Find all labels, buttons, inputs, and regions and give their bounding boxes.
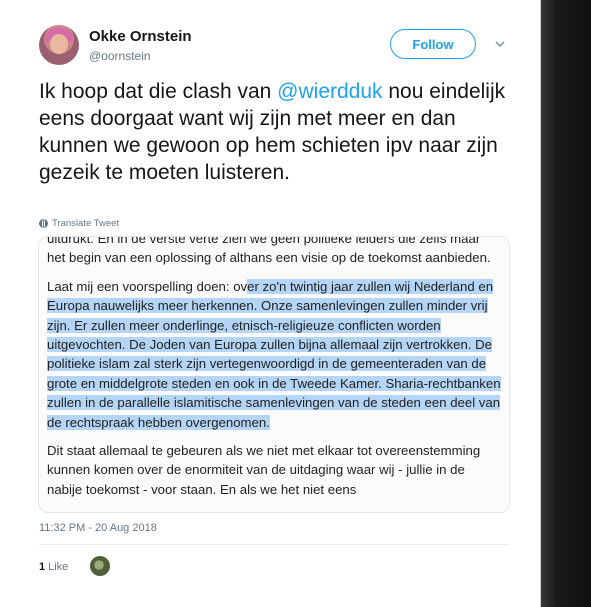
image-paragraph-3: Dit staat allemaal te gebeuren als we ni… — [47, 443, 481, 497]
globe-icon — [39, 219, 48, 228]
tweet-mention-link[interactable]: @wierdduk — [277, 80, 382, 103]
likes-label: Like — [48, 561, 69, 573]
tweet-timestamp[interactable]: 11:32 PM - 20 Aug 2018 — [39, 522, 157, 534]
user-handle[interactable]: @oornstein — [89, 49, 151, 63]
image-paragraph-2: Laat mij een voorspelling doen: over zo'… — [47, 277, 502, 432]
image-paragraph-2-highlight: er zo'n twintig jaar zullen wij Nederlan… — [47, 278, 501, 430]
likes-count[interactable]: 1 Like — [39, 561, 68, 573]
image-paragraph-2-plain: Laat mij een voorspelling doen: ov — [47, 278, 248, 294]
background-strip — [541, 0, 591, 607]
follow-button[interactable]: Follow — [390, 29, 476, 59]
chevron-down-icon[interactable] — [494, 38, 506, 50]
tweet-text-before: Ik hoop dat die clash van — [39, 80, 278, 103]
tweet-text: Ik hoop dat die clash van @wierdduk nou … — [39, 78, 509, 186]
user-avatar[interactable] — [39, 25, 79, 65]
avatar-face — [50, 34, 68, 54]
image-text-content: uitdrukt. En in de verste verte zien we … — [47, 236, 502, 508]
attached-image[interactable]: uitdrukt. En in de verste verte zien we … — [38, 236, 510, 513]
image-paragraph-1: uitdrukt. En in de verste verte zien we … — [47, 236, 491, 266]
user-name[interactable]: Okke Ornstein — [89, 28, 192, 45]
likes-number: 1 — [39, 561, 46, 573]
translate-label: Translate Tweet — [52, 218, 120, 229]
divider — [39, 544, 509, 545]
liker-avatar[interactable] — [90, 556, 110, 576]
tweet-card: Okke Ornstein @oornstein Follow Ik hoop … — [0, 0, 541, 607]
translate-tweet-link[interactable]: Translate Tweet — [39, 218, 119, 229]
